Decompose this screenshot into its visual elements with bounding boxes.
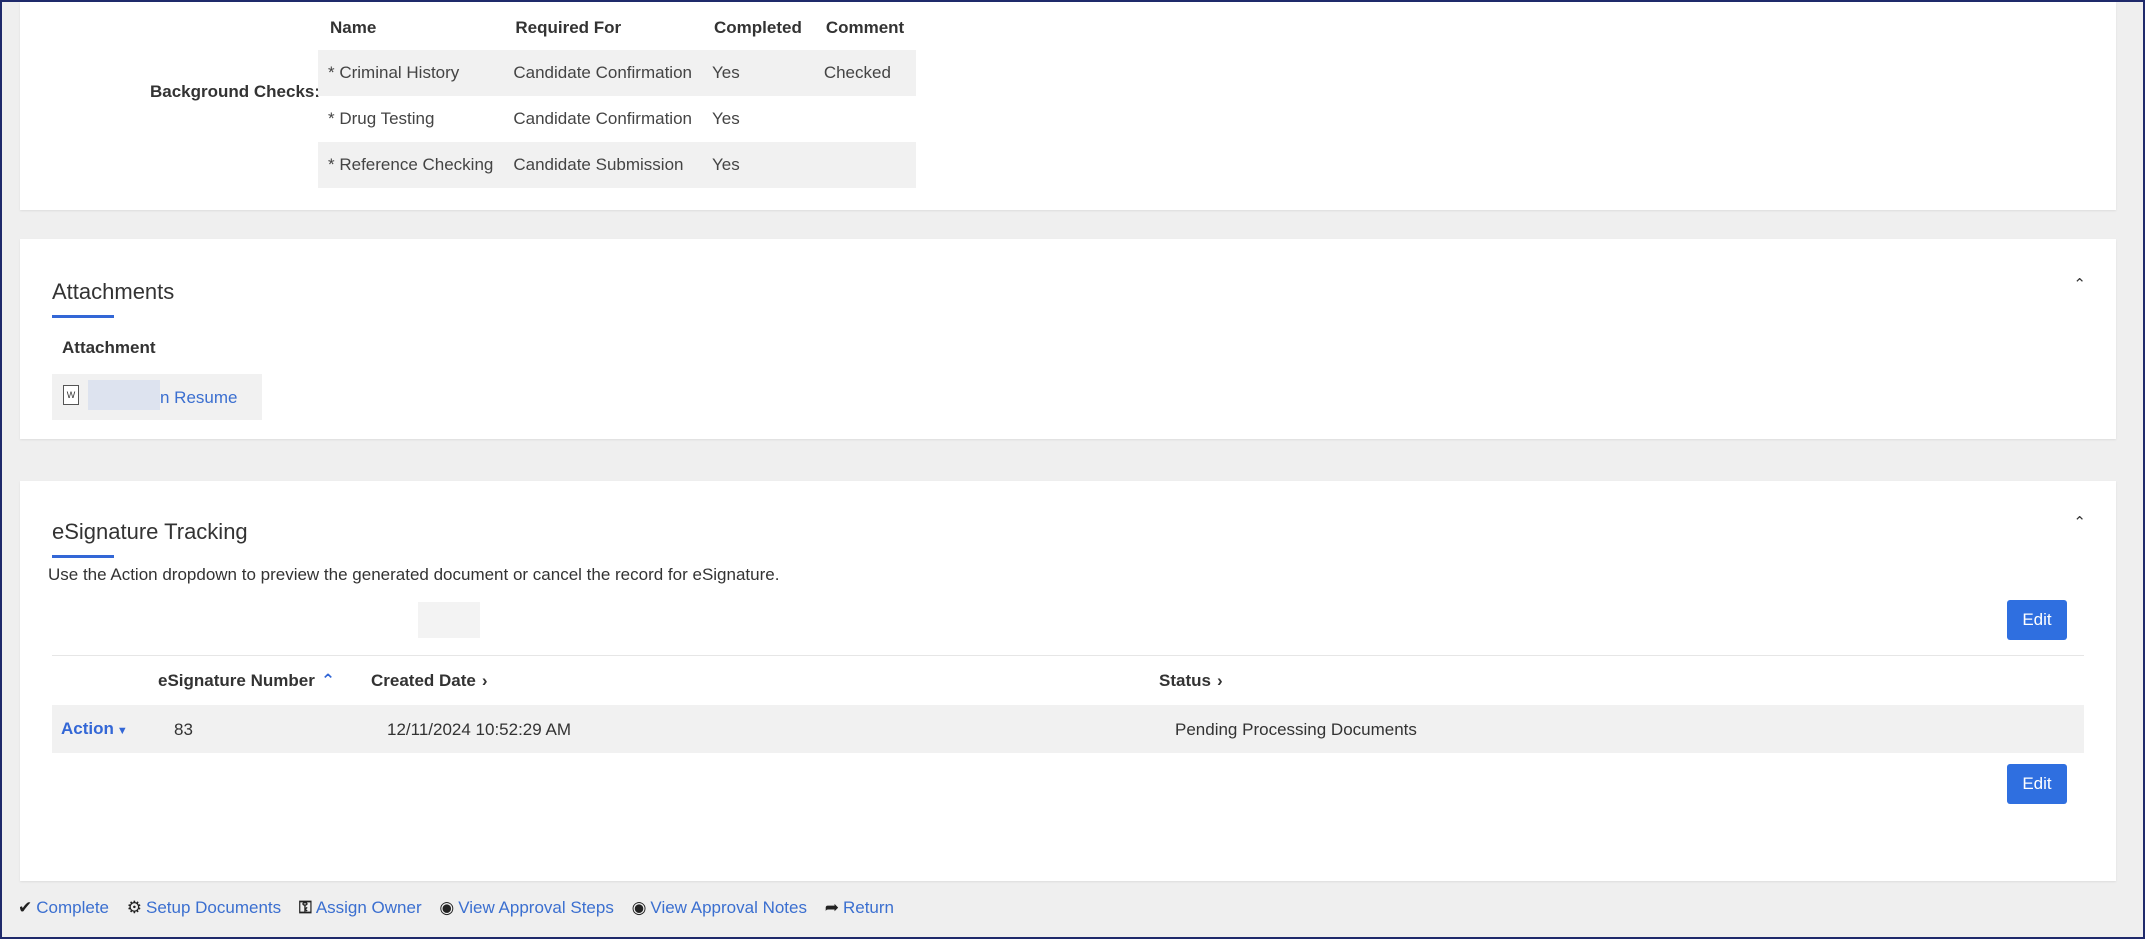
background-checks-panel: Background Checks: Name Required For Com… (20, 2, 2116, 210)
assign-owner-link[interactable]: ⚿ Assign Owner (299, 898, 422, 918)
esignature-description: Use the Action dropdown to preview the g… (48, 565, 780, 584)
cell-status: Pending Processing Documents (1175, 720, 1417, 739)
attachments-panel: Attachments ⌃ Attachment W n Resume (20, 239, 2116, 439)
key-icon: ⚿ (298, 898, 312, 917)
chevron-right-icon: › (481, 671, 488, 690)
column-header-label: eSignature Number (158, 671, 315, 690)
title-underline (52, 555, 114, 558)
column-header-comment: Comment (825, 18, 905, 37)
double-chevron-up-icon[interactable]: ⌃ (2073, 275, 2086, 293)
redacted-block (88, 380, 160, 410)
word-document-icon: W (63, 385, 79, 405)
cell-comment (814, 96, 916, 142)
attachment-column-header: Attachment (62, 338, 156, 357)
check-icon: ✔ (18, 898, 33, 917)
table-row: Action ▼ 83 12/11/2024 10:52:29 AM Pendin… (52, 705, 2084, 753)
eye-icon: ◉ (439, 898, 455, 917)
table-row: * Drug Testing Candidate Confirmation Ye… (318, 96, 916, 142)
cell-required-for: Candidate Confirmation (503, 50, 702, 96)
cell-name: * Drug Testing (328, 109, 435, 128)
blank-box (418, 602, 480, 638)
edit-button-top[interactable]: Edit (2007, 600, 2067, 640)
table-row: * Reference Checking Candidate Submissio… (318, 142, 917, 188)
cell-comment: Checked (813, 50, 917, 96)
action-dropdown[interactable]: Action ▼ (61, 719, 128, 739)
cell-required-for: Candidate Confirmation (513, 109, 692, 128)
column-header-label: Created Date (371, 671, 476, 690)
footer-action-bar: ✔ Complete ⚙ Setup Documents ⚿ Assign Owner… (18, 898, 907, 918)
view-approval-steps-link[interactable]: ◉ View Approval Steps (439, 898, 613, 918)
cell-created-date: 12/11/2024 10:52:29 AM (387, 720, 572, 739)
attachment-row: W n Resume (52, 374, 262, 420)
column-header-esignature-number[interactable]: eSignature Number ⌃ (158, 671, 335, 691)
grid-divider (52, 655, 2084, 656)
title-underline (52, 315, 114, 318)
table-header-row: Name Required For Completed Comment (318, 6, 916, 50)
cell-completed: Yes (701, 142, 814, 188)
cell-name: * Criminal History (318, 50, 504, 96)
table-row: * Criminal History Candidate Confirmatio… (318, 50, 917, 96)
column-header-completed: Completed (713, 18, 802, 37)
edit-button-bottom[interactable]: Edit (2007, 764, 2067, 804)
caret-down-icon: ▼ (116, 725, 128, 737)
background-checks-label: Background Checks: (150, 82, 321, 101)
attachments-title: Attachments (52, 279, 175, 304)
return-icon: ➦ (824, 898, 839, 917)
eye-icon: ◉ (631, 898, 647, 917)
esignature-title: eSignature Tracking (52, 519, 248, 544)
double-chevron-up-icon[interactable]: ⌃ (2073, 513, 2086, 531)
esignature-panel: eSignature Tracking ⌃ Use the Action dro… (20, 481, 2116, 881)
cell-completed: Yes (701, 50, 814, 96)
cell-required-for: Candidate Submission (503, 142, 702, 188)
column-header-required-for: Required For (515, 18, 622, 37)
column-header-status[interactable]: Status › (1159, 671, 1223, 691)
chevron-right-icon: › (1216, 671, 1223, 690)
cell-comment (813, 142, 917, 188)
background-checks-table: Name Required For Completed Comment * Cr… (318, 6, 917, 188)
complete-link[interactable]: ✔ Complete (18, 898, 109, 918)
view-approval-notes-link[interactable]: ◉ View Approval Notes (632, 898, 807, 918)
cell-name: * Reference Checking (318, 142, 504, 188)
cell-completed: Yes (711, 109, 740, 128)
attachment-link[interactable]: n Resume (160, 388, 237, 408)
column-header-label: Status (1159, 671, 1211, 690)
gear-icon: ⚙ (126, 898, 142, 917)
column-header-created-date[interactable]: Created Date › (371, 671, 488, 691)
column-header-name: Name (330, 18, 377, 37)
return-link[interactable]: ➦ Return (825, 898, 894, 918)
cell-esignature-number: 83 (174, 720, 193, 739)
action-label: Action (61, 719, 114, 738)
setup-documents-link[interactable]: ⚙ Setup Documents (127, 898, 281, 918)
sort-ascending-icon: ⌃ (320, 671, 336, 690)
